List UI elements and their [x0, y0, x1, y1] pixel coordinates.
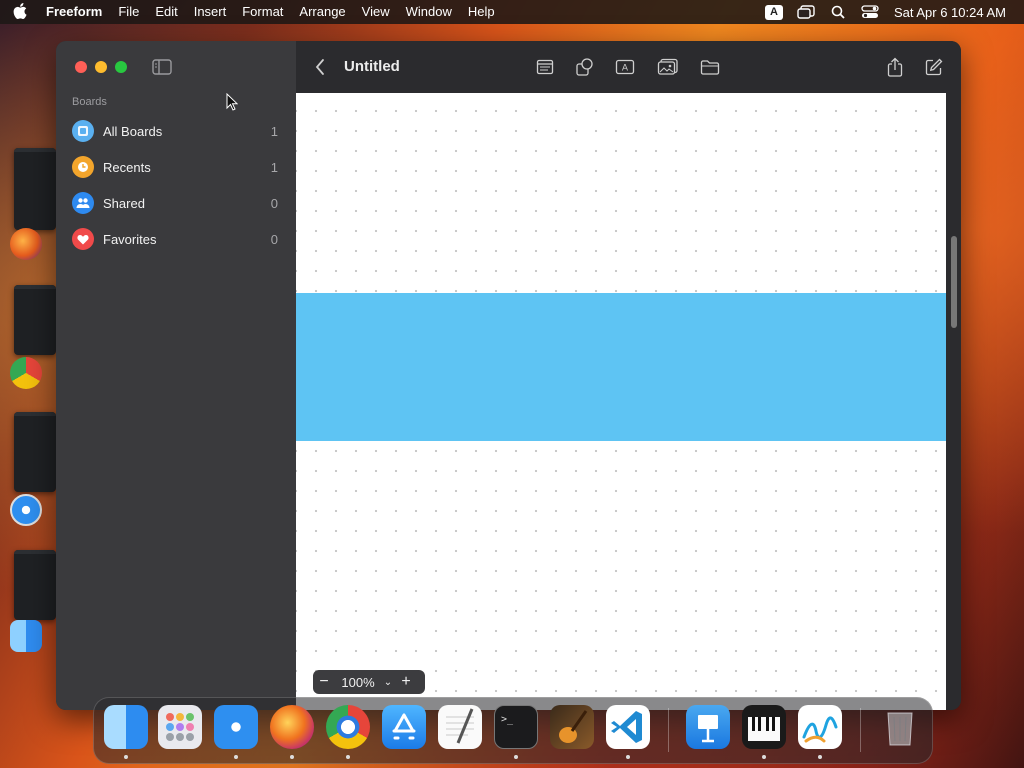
menu-bar-extras: A Sat Apr 6 10:24 AM — [758, 0, 1024, 24]
stage-manager-window-thumbnail[interactable] — [14, 148, 56, 230]
sidebar-item-favorites[interactable]: Favorites 0 — [72, 224, 278, 254]
sidebar-item-count: 0 — [270, 195, 278, 211]
chrome-icon — [10, 357, 42, 389]
sidebar-heading: Boards — [72, 96, 107, 108]
sidebar-item-count: 1 — [270, 159, 278, 175]
toolbar: Untitled A — [296, 41, 961, 93]
svg-text:>_: >_ — [501, 714, 514, 725]
menu-view[interactable]: View — [354, 0, 398, 24]
zoom-button[interactable] — [115, 61, 127, 73]
running-indicator — [818, 755, 822, 759]
scrollbar-thumb[interactable] — [951, 236, 957, 328]
dock: >_ — [93, 697, 933, 764]
sidebar-item-label: Favorites — [103, 231, 157, 247]
sidebar-toggle-icon[interactable] — [152, 59, 172, 75]
zoom-level[interactable]: 100% — [335, 675, 381, 690]
dock-keynote-icon[interactable] — [686, 705, 730, 749]
blue-rectangle-shape[interactable] — [296, 293, 946, 441]
running-indicator — [346, 755, 350, 759]
dock-safari-icon[interactable] — [214, 705, 258, 749]
sidebar-item-count: 1 — [270, 123, 278, 139]
menu-edit[interactable]: Edit — [147, 0, 185, 24]
running-indicator — [762, 755, 766, 759]
firefox-icon — [10, 228, 42, 260]
freeform-window: Boards All Boards 1 Recents 1 Shared 0 F… — [56, 41, 961, 710]
sidebar-item-label: Shared — [103, 195, 145, 211]
dock-app-store-icon[interactable] — [382, 705, 426, 749]
running-indicator — [514, 755, 518, 759]
dock-separator — [860, 708, 861, 752]
folder-icon[interactable] — [699, 56, 721, 78]
close-button[interactable] — [75, 61, 87, 73]
stage-manager-window-thumbnail[interactable] — [14, 550, 56, 620]
boards-icon — [72, 120, 94, 142]
dock-chrome-icon[interactable] — [326, 705, 370, 749]
stage-manager-icon[interactable] — [796, 4, 816, 20]
dock-textedit-icon[interactable] — [438, 705, 482, 749]
dock-vscode-icon[interactable] — [606, 705, 650, 749]
sidebar-item-label: Recents — [103, 159, 151, 175]
compose-icon[interactable] — [923, 56, 945, 78]
board-title[interactable]: Untitled — [344, 58, 400, 75]
sidebar-item-shared[interactable]: Shared 0 — [72, 188, 278, 218]
input-source-icon[interactable]: A — [764, 4, 784, 20]
finder-icon — [10, 620, 42, 652]
dock-firefox-icon[interactable] — [270, 705, 314, 749]
menu-format[interactable]: Format — [234, 0, 291, 24]
dock-separator — [668, 708, 669, 752]
dock-freeform-icon[interactable] — [798, 705, 842, 749]
menu-app-freeform[interactable]: Freeform — [40, 0, 110, 24]
back-chevron-icon[interactable] — [314, 58, 326, 76]
stage-manager-window-thumbnail[interactable] — [14, 412, 56, 492]
zoom-in-button[interactable]: + — [395, 670, 417, 694]
apple-menu-icon[interactable] — [0, 2, 40, 22]
minimize-button[interactable] — [95, 61, 107, 73]
share-icon[interactable] — [884, 56, 906, 78]
sidebar-item-all-boards[interactable]: All Boards 1 — [72, 116, 278, 146]
dock-garageband-icon[interactable] — [550, 705, 594, 749]
clock-icon — [72, 156, 94, 178]
control-center-icon[interactable] — [860, 4, 880, 20]
svg-text:A: A — [622, 64, 629, 74]
zoom-menu-chevron-icon[interactable]: ⌄ — [381, 677, 395, 688]
media-icon[interactable] — [657, 56, 679, 78]
sidebar: Boards All Boards 1 Recents 1 Shared 0 F… — [56, 41, 297, 710]
text-box-icon[interactable]: A — [614, 56, 636, 78]
zoom-control: − 100% ⌄ + — [313, 670, 425, 694]
dock-terminal-icon[interactable]: >_ — [494, 705, 538, 749]
running-indicator — [290, 755, 294, 759]
board-canvas[interactable] — [296, 93, 946, 710]
running-indicator — [626, 755, 630, 759]
menu-insert[interactable]: Insert — [186, 0, 235, 24]
sidebar-item-label: All Boards — [103, 123, 163, 139]
sidebar-item-recents[interactable]: Recents 1 — [72, 152, 278, 182]
menu-bar: Freeform File Edit Insert Format Arrange… — [0, 0, 1024, 24]
shapes-icon[interactable] — [574, 56, 596, 78]
menu-file[interactable]: File — [110, 0, 147, 24]
running-indicator — [124, 755, 128, 759]
vertical-scrollbar[interactable] — [947, 93, 961, 710]
safari-icon — [10, 494, 42, 526]
menu-arrange[interactable]: Arrange — [291, 0, 353, 24]
people-icon — [72, 192, 94, 214]
sticky-note-icon[interactable] — [534, 56, 556, 78]
menu-clock[interactable]: Sat Apr 6 10:24 AM — [886, 5, 1024, 20]
zoom-out-button[interactable]: − — [313, 670, 335, 694]
dock-finder-icon[interactable] — [104, 705, 148, 749]
menu-help[interactable]: Help — [460, 0, 503, 24]
stage-manager-window-thumbnail[interactable] — [14, 285, 56, 355]
running-indicator — [234, 755, 238, 759]
dock-launchpad-icon[interactable] — [158, 705, 202, 749]
heart-icon — [72, 228, 94, 250]
sidebar-item-count: 0 — [270, 231, 278, 247]
spotlight-search-icon[interactable] — [828, 4, 848, 20]
dock-piano-icon[interactable] — [742, 705, 786, 749]
mouse-cursor-icon — [226, 92, 239, 111]
dock-trash-icon[interactable] — [878, 705, 922, 749]
menu-window[interactable]: Window — [398, 0, 460, 24]
